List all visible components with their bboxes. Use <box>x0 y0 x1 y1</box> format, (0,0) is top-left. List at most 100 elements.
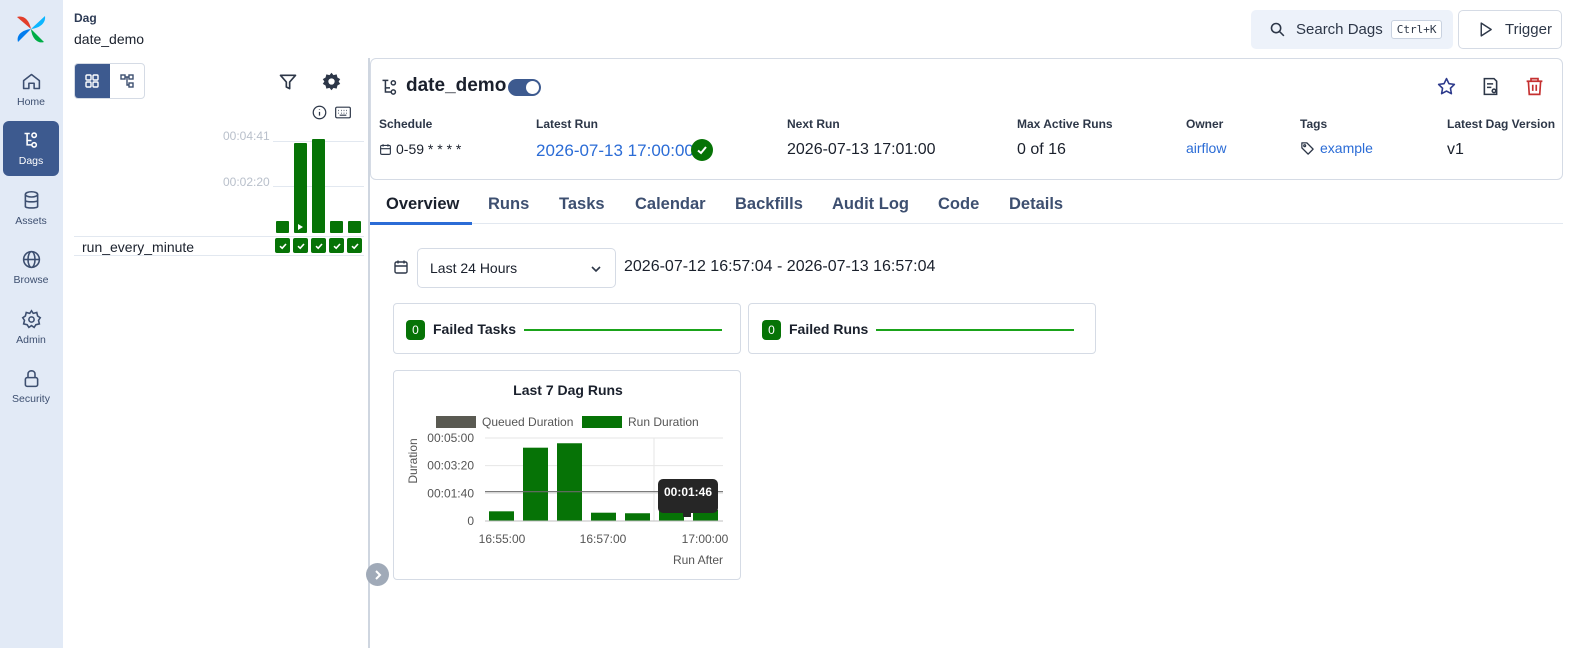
nav-dags-label: Dags <box>18 155 44 167</box>
airflow-logo-icon[interactable] <box>13 11 49 47</box>
toggle-knob <box>526 81 539 94</box>
grid-run-bar[interactable] <box>348 221 361 233</box>
grid-duration-tick: 00:02:20 <box>223 175 270 189</box>
grid-run-bar[interactable] <box>330 221 343 233</box>
app-root: Home Dags Assets Browse Admin Security D… <box>0 0 1579 648</box>
view-toggle <box>74 63 145 99</box>
star-icon[interactable] <box>1436 76 1457 97</box>
tags-label: Tags <box>1300 117 1328 131</box>
chevron-down-icon <box>591 266 601 273</box>
settings-gear-icon[interactable] <box>322 72 341 91</box>
check-icon <box>296 242 305 249</box>
dags-icon <box>24 132 37 148</box>
x-tick-label: 16:57:00 <box>580 532 627 546</box>
database-icon <box>24 190 38 209</box>
dag-pause-toggle[interactable] <box>508 79 541 96</box>
x-tick-label: 16:55:00 <box>479 532 526 546</box>
search-icon <box>1270 22 1285 37</box>
panel-collapse-button[interactable] <box>366 563 389 586</box>
tab-overview[interactable]: Overview <box>386 195 459 214</box>
y-tick-label: 0 <box>467 514 474 528</box>
trigger-button[interactable]: Trigger <box>1458 10 1562 49</box>
tab-code[interactable]: Code <box>938 195 979 214</box>
dag-icon <box>382 79 397 95</box>
y-axis-label: Duration <box>406 438 420 483</box>
dag-docs-icon[interactable] <box>1480 76 1501 97</box>
tab-backfills[interactable]: Backfills <box>735 195 803 214</box>
tabs-divider <box>370 223 1563 224</box>
check-icon <box>278 242 287 249</box>
failed-runs-count: 0 <box>762 320 781 340</box>
tag-link[interactable]: example <box>1320 140 1373 156</box>
breadcrumb-type: Dag <box>74 11 97 25</box>
task-instance-status[interactable] <box>329 238 344 253</box>
tab-details[interactable]: Details <box>1009 195 1063 214</box>
tab-audit-log[interactable]: Audit Log <box>832 195 909 214</box>
failed-runs-sparkline <box>876 329 1074 331</box>
time-range-value: Last 24 Hours <box>430 260 518 276</box>
tab-runs[interactable]: Runs <box>488 195 529 214</box>
date-range-text: 2026-07-12 16:57:04 - 2026-07-13 16:57:0… <box>624 258 936 275</box>
nav-dags[interactable]: Dags <box>3 121 59 176</box>
nav-security[interactable]: Security <box>3 359 59 414</box>
tab-tasks[interactable]: Tasks <box>559 195 605 214</box>
failed-runs-card[interactable]: 0 Failed Runs <box>748 303 1096 354</box>
run-duration-bar <box>591 512 616 521</box>
time-range-select[interactable]: Last 24 Hours <box>417 248 616 288</box>
trigger-label: Trigger <box>1505 21 1552 38</box>
globe-icon <box>22 250 40 269</box>
grid-run-bar[interactable] <box>276 221 289 233</box>
search-dags-button[interactable]: Search Dags Ctrl+K <box>1251 10 1453 49</box>
run-duration-bar <box>557 443 582 521</box>
graph-view-button[interactable] <box>110 64 145 98</box>
filter-icon[interactable] <box>278 72 298 92</box>
info-icon[interactable] <box>312 105 327 120</box>
search-dags-label: Search Dags <box>1296 21 1383 38</box>
owner-link[interactable]: airflow <box>1186 140 1226 156</box>
check-icon <box>332 242 341 249</box>
task-instance-status[interactable] <box>293 238 308 253</box>
check-icon <box>350 242 359 249</box>
run-duration-bar <box>625 513 650 521</box>
grid-view-button[interactable] <box>75 64 110 98</box>
dag-title: date_demo <box>406 75 507 96</box>
nav-admin-label: Admin <box>16 334 46 346</box>
legend-label: Queued Duration <box>482 415 573 429</box>
failed-tasks-count: 0 <box>406 320 425 340</box>
task-instance-status[interactable] <box>347 238 362 253</box>
next-run-label: Next Run <box>787 117 840 131</box>
tab-calendar[interactable]: Calendar <box>635 195 706 214</box>
tooltip-text: 00:01:46 <box>664 485 712 499</box>
nav-assets[interactable]: Assets <box>3 181 59 236</box>
failed-tasks-card[interactable]: 0 Failed Tasks <box>393 303 741 354</box>
next-run-value: 2026-07-13 17:01:00 <box>787 141 936 158</box>
left-nav: Home Dags Assets Browse Admin Security <box>0 0 63 648</box>
nav-admin[interactable]: Admin <box>3 300 59 355</box>
nav-home-label: Home <box>16 96 45 108</box>
nav-browse[interactable]: Browse <box>3 240 59 295</box>
graph-icon <box>120 74 134 88</box>
nav-security-label: Security <box>12 393 50 405</box>
home-icon <box>22 73 40 90</box>
grid-run-bar[interactable] <box>294 143 307 233</box>
breadcrumb-dag-name[interactable]: date_demo <box>74 31 144 47</box>
task-name[interactable]: run_every_minute <box>82 239 194 255</box>
latest-run-label: Latest Run <box>536 117 599 131</box>
nav-home[interactable]: Home <box>3 62 59 117</box>
task-instance-status[interactable] <box>275 238 290 253</box>
schedule-label: Schedule <box>379 117 433 131</box>
latest-run-link[interactable]: 2026-07-13 17:00:00 <box>536 141 694 161</box>
grid-duration-tick: 00:04:41 <box>223 129 270 143</box>
grid-run-bar[interactable] <box>312 139 325 233</box>
tooltip-pointer <box>683 511 691 517</box>
grid-row-divider <box>74 255 364 256</box>
keyboard-icon[interactable] <box>335 106 351 119</box>
manual-run-marker <box>298 224 303 230</box>
x-tick-label: 17:00:00 <box>682 532 729 546</box>
grid-icon <box>85 74 99 88</box>
latest-version-value: v1 <box>1447 141 1464 158</box>
trash-icon[interactable] <box>1524 76 1545 97</box>
task-instance-status[interactable] <box>311 238 326 253</box>
y-tick-label: 00:01:40 <box>427 486 474 500</box>
last-runs-chart: Queued Duration Run Duration 00:05:00 00:03… <box>406 415 729 567</box>
